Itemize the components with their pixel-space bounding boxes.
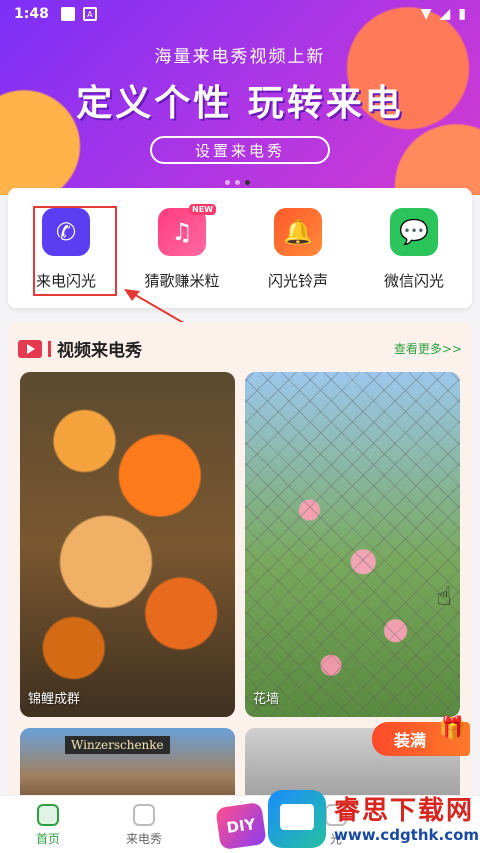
- banner-title: 定义个性 玩转来电: [76, 83, 404, 124]
- carousel-dot: [225, 180, 230, 185]
- wifi-icon: ▼: [420, 6, 432, 22]
- quick-action-label: 闪光铃声: [267, 272, 328, 290]
- tab-label: 首页: [35, 832, 60, 846]
- new-badge: NEW: [189, 204, 216, 215]
- hero-banner[interactable]: 海量来电秀视频上新 定义个性 玩转来电 设置来电秀: [0, 0, 480, 195]
- bell-icon: 🔔: [274, 208, 322, 256]
- gift-icon: 🎁: [438, 716, 466, 741]
- video-card-koi[interactable]: 锦鲤成群: [20, 372, 235, 717]
- video-caption: 花墙: [253, 692, 280, 707]
- quick-action-flash-ringtone[interactable]: 🔔 闪光铃声: [240, 188, 356, 308]
- wechat-icon: 💬: [390, 208, 438, 256]
- section-header: 视频来电秀 查看更多>>: [18, 336, 462, 361]
- tab-call-show[interactable]: 来电秀: [96, 796, 192, 853]
- video-card-flower-wall[interactable]: 花墙 ☝: [245, 372, 460, 717]
- battery-icon: ▮: [458, 6, 466, 22]
- tv-icon: [133, 804, 155, 826]
- quick-action-wechat-flash[interactable]: 💬 微信闪光: [356, 188, 472, 308]
- hand-pointer-icon: ☝: [436, 582, 452, 612]
- section-divider: [48, 340, 51, 357]
- promo-label: 装满: [394, 731, 427, 750]
- set-call-show-button[interactable]: 设置来电秀: [150, 136, 330, 164]
- watermark: 睿思下载网 www.cdgthk.com: [268, 790, 480, 850]
- video-caption: 锦鲤成群: [28, 692, 81, 707]
- tab-label: 来电秀: [125, 832, 162, 846]
- highlight-box: [33, 206, 117, 296]
- video-icon: [18, 339, 42, 358]
- see-more-link[interactable]: 查看更多>>: [394, 340, 462, 357]
- home-icon: [37, 804, 59, 826]
- status-bar: 1:48 A ▼ ◢ ▮: [0, 0, 480, 28]
- music-note-icon: ♫ NEW: [158, 204, 216, 256]
- watermark-url: www.cdgthk.com: [334, 826, 480, 844]
- shop-sign: Winzerschenke: [65, 736, 170, 754]
- status-time: 1:48: [14, 6, 49, 22]
- tab-home[interactable]: 首页: [0, 796, 96, 853]
- diy-button[interactable]: DIY: [215, 802, 267, 850]
- carousel-dot: [235, 180, 240, 185]
- quick-action-label: 微信闪光: [383, 272, 444, 290]
- watermark-logo-icon: [268, 790, 326, 848]
- watermark-name: 睿思下载网: [334, 796, 475, 826]
- promo-badge[interactable]: 装满 🎁: [372, 716, 470, 756]
- app-notification-icon: A: [82, 7, 97, 21]
- section-title: 视频来电秀: [57, 341, 142, 361]
- banner-subtitle: 海量来电秀视频上新: [154, 47, 326, 67]
- carousel-dots: [225, 180, 250, 185]
- signal-icon: ◢: [439, 6, 451, 22]
- notification-icon: [60, 7, 75, 21]
- carousel-dot-active: [245, 180, 250, 185]
